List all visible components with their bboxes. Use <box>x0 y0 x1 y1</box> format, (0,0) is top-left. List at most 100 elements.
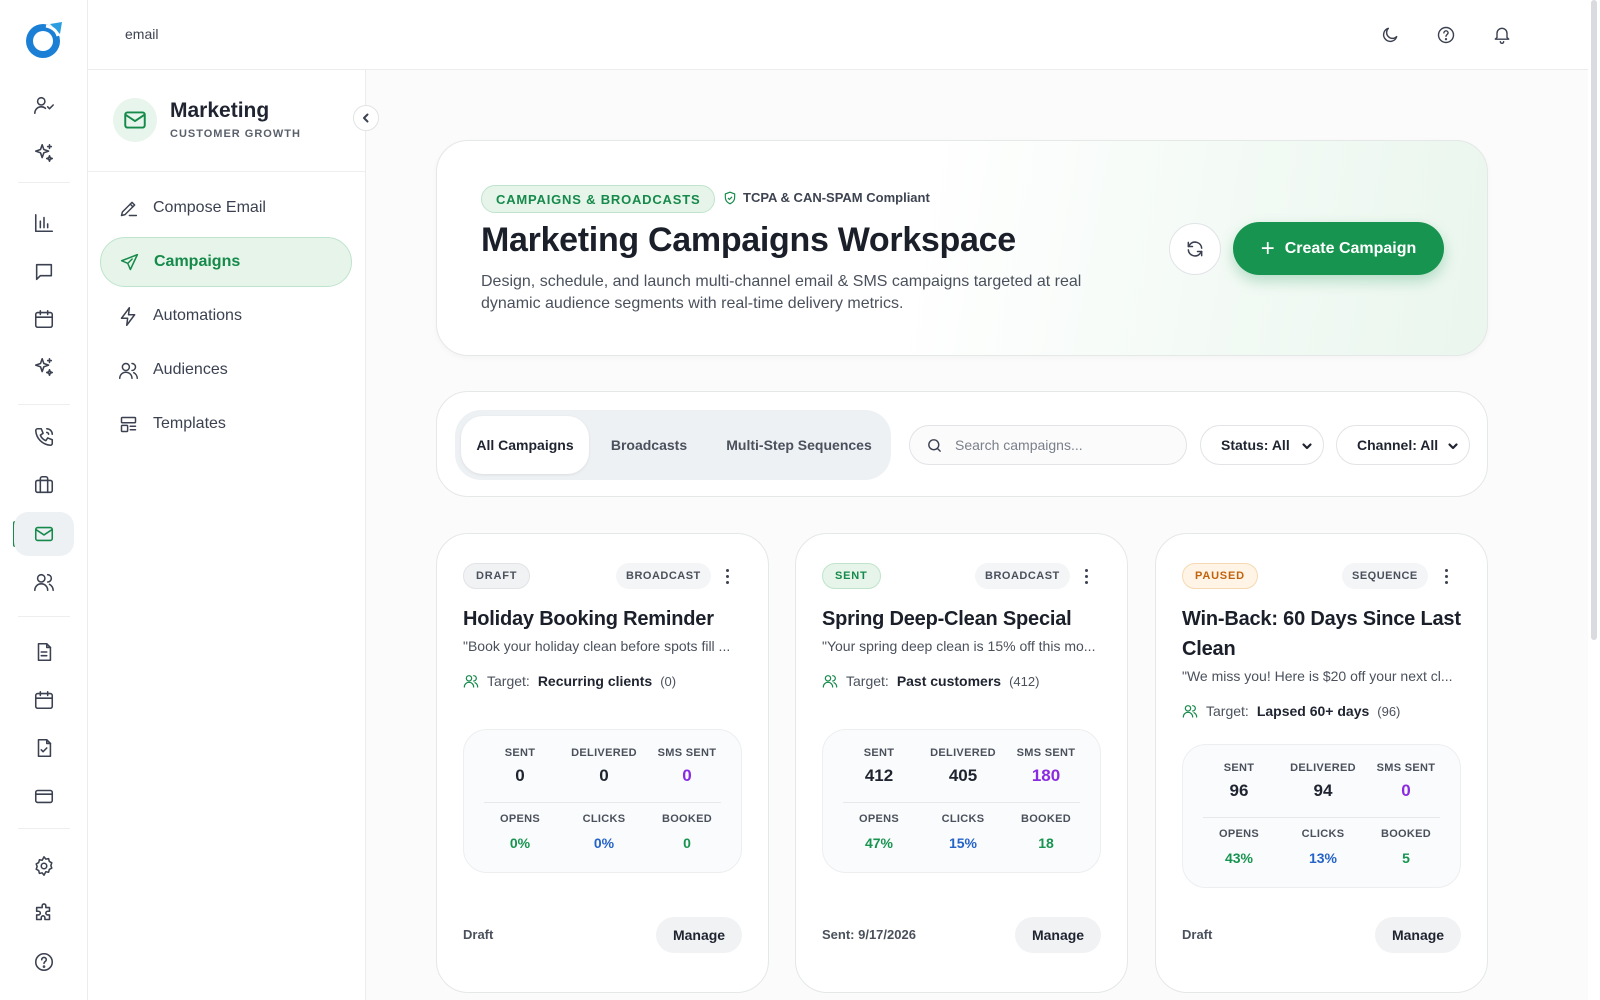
tab-multi-step-sequences[interactable]: Multi-Step Sequences <box>717 416 881 474</box>
nav-label: Campaigns <box>154 253 241 270</box>
stat-label: OPENS <box>1218 828 1259 840</box>
stat-label: SMS SENT <box>657 747 717 759</box>
stat-label: OPENS <box>858 813 899 825</box>
campaign-title: Holiday Booking Reminder <box>463 608 714 630</box>
shield-check-icon <box>724 191 736 204</box>
stat-label: CLICKS <box>582 813 626 825</box>
tab-broadcasts[interactable]: Broadcasts <box>589 416 709 474</box>
more-options-icon[interactable] <box>1436 566 1456 586</box>
target-count: (96) <box>1377 703 1401 719</box>
stat-value: 43% <box>1224 850 1254 866</box>
campaign-type-badge: BROADCAST <box>975 563 1070 589</box>
stat-opens: OPENS 0% <box>478 813 562 851</box>
target-audience: Lapsed 60+ days <box>1256 703 1370 719</box>
nav-label: Templates <box>153 415 226 432</box>
stat-delivered: DELIVERED 94 <box>1281 762 1365 801</box>
stat-label: OPENS <box>499 813 540 825</box>
stat-value: 18 <box>1038 835 1054 851</box>
stat-value: 0 <box>683 835 691 851</box>
create-campaign-label: Create Campaign <box>1284 239 1417 257</box>
app-logo-icon[interactable] <box>22 18 66 62</box>
rail-divider <box>18 828 70 829</box>
collapse-panel-button[interactable] <box>353 105 379 131</box>
compliance-text: TCPA & CAN-SPAM Compliant <box>743 190 930 205</box>
status-filter-value: Status: All <box>1221 437 1290 453</box>
manage-button[interactable]: Manage <box>656 917 742 953</box>
more-options-icon[interactable] <box>717 566 737 586</box>
users-icon <box>463 675 479 688</box>
rail-checklist-icon[interactable] <box>24 728 64 768</box>
stat-sent: SENT 96 <box>1197 762 1281 801</box>
search-box <box>909 425 1187 465</box>
rail-briefcase-icon[interactable] <box>24 465 64 505</box>
status-badge: SENT <box>822 563 881 589</box>
stat-value: 96 <box>1229 781 1249 800</box>
campaign-stats: SENT 412 DELIVERED 405 SMS SENT 180 OPENS 47… <box>822 729 1101 873</box>
page-title: Marketing Campaigns Workspace <box>481 221 1016 259</box>
search-input[interactable] <box>955 437 1165 453</box>
create-campaign-button[interactable]: + Create Campaign <box>1233 222 1444 275</box>
campaign-type-tabs: All Campaigns Broadcasts Multi-Step Sequ… <box>455 410 891 480</box>
nav-automations[interactable]: Automations <box>100 291 352 341</box>
nav-templates[interactable]: Templates <box>100 399 352 449</box>
rail-mail-icon[interactable] <box>14 512 74 556</box>
help-icon[interactable] <box>1427 16 1465 54</box>
manage-button[interactable]: Manage <box>1375 917 1461 953</box>
campaign-card: DRAFT BROADCAST Holiday Booking Reminder… <box>436 533 769 993</box>
stat-clicks: CLICKS 13% <box>1281 828 1365 866</box>
stats-divider <box>1203 817 1440 818</box>
rail-document-icon[interactable] <box>24 632 64 672</box>
stat-value: 180 <box>1031 766 1061 785</box>
stat-sent: SENT 0 <box>478 747 562 786</box>
refresh-button[interactable] <box>1169 223 1221 275</box>
top-bar: email <box>88 0 1588 70</box>
rail-settings-icon[interactable] <box>24 846 64 886</box>
target-count: (412) <box>1009 673 1040 689</box>
rail-team-icon[interactable] <box>24 562 64 602</box>
nav-campaigns[interactable]: Campaigns <box>100 237 352 287</box>
chevron-left-icon <box>363 113 369 123</box>
nav-compose-email[interactable]: Compose Email <box>100 183 352 233</box>
stat-value: 13% <box>1308 850 1338 866</box>
rail-phone-icon[interactable] <box>24 417 64 457</box>
status-badge: PAUSED <box>1182 563 1258 589</box>
status-filter-select[interactable]: Status: All <box>1200 425 1324 465</box>
rail-puzzle-icon[interactable] <box>24 894 64 934</box>
stat-label: CLICKS <box>941 813 985 825</box>
channel-filter-select[interactable]: Channel: All <box>1336 425 1470 465</box>
rail-chat-icon[interactable] <box>24 252 64 292</box>
notifications-bell-icon[interactable] <box>1483 16 1521 54</box>
stat-sms-sent: SMS SENT 0 <box>1364 762 1448 801</box>
page-scrollbar[interactable] <box>1588 0 1600 1000</box>
rail-ai-icon[interactable] <box>24 347 64 387</box>
tab-all-campaigns[interactable]: All Campaigns <box>461 416 589 474</box>
plus-icon: + <box>1260 234 1275 262</box>
stat-value: 15% <box>948 835 978 851</box>
stat-value: 405 <box>948 766 978 785</box>
more-options-icon[interactable] <box>1076 566 1096 586</box>
campaign-title: Spring Deep-Clean Special <box>822 608 1072 630</box>
nav-audiences[interactable]: Audiences <box>100 345 352 395</box>
stat-value: 94 <box>1313 781 1333 800</box>
rail-card-icon[interactable] <box>24 776 64 816</box>
scrollbar-thumb[interactable] <box>1591 0 1597 640</box>
rail-calendar-icon[interactable] <box>24 299 64 339</box>
stat-delivered: DELIVERED 405 <box>921 747 1005 786</box>
stat-sent: SENT 412 <box>837 747 921 786</box>
send-icon <box>120 253 139 270</box>
icon-rail <box>0 0 88 1000</box>
dark-mode-toggle-icon[interactable] <box>1371 16 1409 54</box>
rail-help-icon[interactable] <box>24 942 64 982</box>
campaign-target: Target: Past customers (412) <box>822 673 1039 689</box>
breadcrumb[interactable]: email <box>125 26 158 42</box>
manage-button[interactable]: Manage <box>1015 917 1101 953</box>
stat-label: SMS SENT <box>1016 747 1076 759</box>
campaign-type-badge: BROADCAST <box>616 563 711 589</box>
rail-contacts-icon[interactable] <box>24 85 64 125</box>
rail-sparkles-icon[interactable] <box>24 133 64 173</box>
rail-chart-icon[interactable] <box>24 203 64 243</box>
stat-value: 5 <box>1402 850 1410 866</box>
stat-label: SENT <box>504 747 536 759</box>
nav-label: Compose Email <box>153 199 266 216</box>
rail-schedule-icon[interactable] <box>24 680 64 720</box>
